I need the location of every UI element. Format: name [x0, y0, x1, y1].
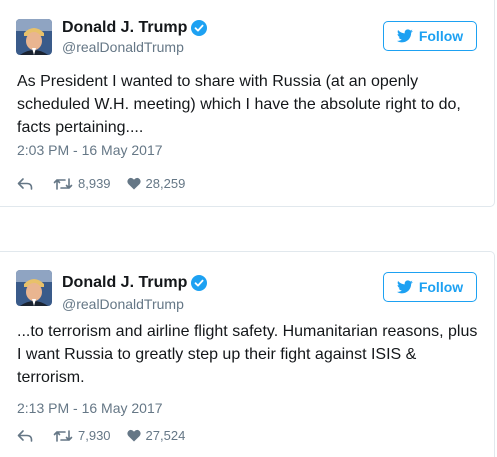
tweet-text: ...to terrorism and airline flight safet… [17, 323, 478, 386]
twitter-bird-icon [396, 29, 413, 43]
tweet-actions: 7,930 27,524 [17, 428, 185, 443]
follow-label: Follow [418, 279, 464, 295]
retweet-count: 7,930 [78, 428, 111, 443]
like-button[interactable]: 28,259 [126, 176, 186, 191]
tweet-timestamp[interactable]: 2:03 PM - 16 May 2017 [17, 142, 163, 158]
tweet-actions: 8,939 28,259 [17, 176, 185, 191]
verified-badge-icon [191, 275, 208, 291]
follow-button[interactable]: Follow [383, 272, 477, 302]
heart-icon [126, 429, 141, 442]
tweet-card: Donald J. Trump @realDonaldTrump Follow … [0, 0, 495, 207]
reply-button[interactable] [17, 177, 33, 191]
avatar[interactable] [16, 19, 52, 55]
follow-button[interactable]: Follow [383, 21, 477, 51]
retweet-button[interactable]: 8,939 [53, 176, 111, 191]
display-name-text: Donald J. Trump [62, 274, 188, 291]
tweet-timestamp[interactable]: 2:13 PM - 16 May 2017 [17, 400, 163, 416]
user-handle[interactable]: @realDonaldTrump [62, 296, 184, 312]
avatar[interactable] [16, 270, 52, 306]
twitter-bird-icon [396, 280, 413, 294]
retweet-icon [53, 429, 73, 442]
like-count: 28,259 [145, 176, 186, 191]
like-button[interactable]: 27,524 [126, 428, 186, 443]
reply-icon [17, 429, 33, 442]
user-handle[interactable]: @realDonaldTrump [62, 39, 184, 55]
display-name[interactable]: Donald J. Trump [62, 19, 208, 37]
reply-icon [17, 177, 33, 190]
heart-icon [126, 177, 141, 190]
display-name[interactable]: Donald J. Trump [62, 274, 208, 292]
retweet-button[interactable]: 7,930 [53, 428, 111, 443]
follow-label: Follow [418, 28, 464, 44]
like-count: 27,524 [145, 428, 186, 443]
retweet-count: 8,939 [78, 176, 111, 191]
verified-badge-icon [191, 20, 208, 36]
retweet-icon [53, 177, 73, 190]
tweet-card: Donald J. Trump @realDonaldTrump Follow … [0, 251, 495, 457]
reply-button[interactable] [17, 429, 33, 443]
tweet-text: As President I wanted to share with Russ… [17, 73, 461, 136]
display-name-text: Donald J. Trump [62, 19, 188, 36]
